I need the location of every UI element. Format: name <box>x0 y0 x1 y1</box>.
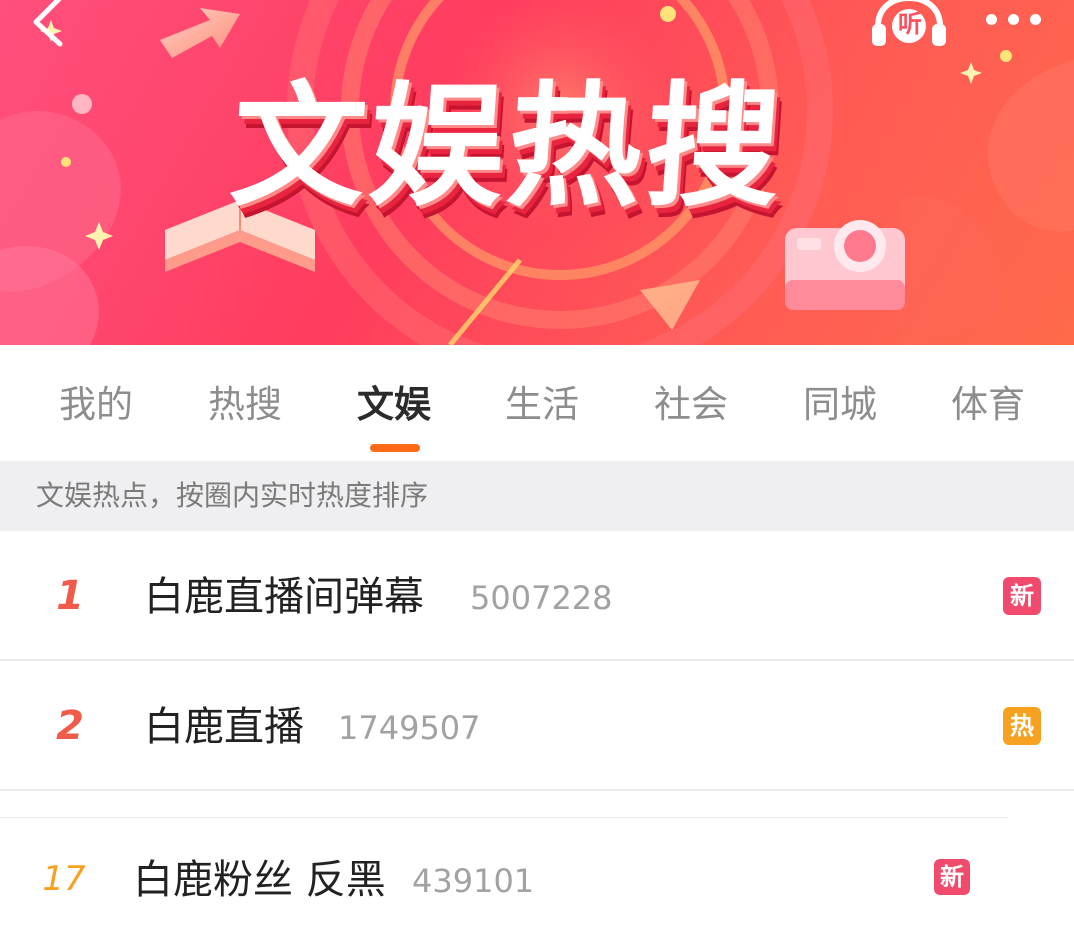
tab-sports[interactable]: 体育 <box>933 375 1043 435</box>
list-item[interactable]: 17 白鹿粉丝 反黑 439101 新 <box>0 818 1074 942</box>
list-item[interactable]: 2 白鹿直播 1749507 热 <box>0 661 1074 789</box>
tab-life[interactable]: 生活 <box>487 375 597 435</box>
tab-hot-search[interactable]: 热搜 <box>190 375 300 435</box>
rank-number: 17 <box>42 859 86 899</box>
section-subtitle: 文娱热点，按圈内实时热度排序 <box>36 479 429 512</box>
banner-title: 文娱热搜 <box>226 69 790 225</box>
new-badge: 新 <box>934 859 970 895</box>
tab-mine[interactable]: 我的 <box>41 375 151 435</box>
topic-title: 白鹿粉丝 反黑 <box>133 857 386 903</box>
listen-button[interactable]: 听 <box>870 0 948 50</box>
active-tab-indicator <box>370 444 420 452</box>
hot-badge: 热 <box>1003 707 1041 745</box>
rank-number: 1 <box>56 573 84 619</box>
tab-society[interactable]: 社会 <box>636 375 746 435</box>
more-button[interactable] <box>978 6 1050 34</box>
topic-title: 白鹿直播间弹幕 <box>144 574 424 620</box>
more-dot-icon <box>1008 14 1019 25</box>
section-subtitle-bar: 文娱热点，按圈内实时热度排序 <box>0 461 1074 531</box>
back-button[interactable] <box>24 0 74 50</box>
new-badge: 新 <box>1003 577 1041 615</box>
heat-count: 439101 <box>412 862 535 900</box>
rank-number: 2 <box>56 703 84 749</box>
heat-count: 1749507 <box>338 709 481 747</box>
more-dot-icon <box>986 14 997 25</box>
more-dot-icon <box>1030 14 1041 25</box>
heat-count: 5007228 <box>470 579 613 617</box>
tab-local[interactable]: 同城 <box>785 375 895 435</box>
header-banner: 文娱热搜 听 <box>0 0 1074 345</box>
divider <box>0 789 1074 791</box>
back-arrow-icon <box>33 0 63 47</box>
list-item[interactable]: 1 白鹿直播间弹幕 5007228 新 <box>0 531 1074 659</box>
listen-label: 听 <box>898 10 922 38</box>
category-tabs: 我的 热搜 文娱 生活 社会 同城 体育 <box>0 345 1074 461</box>
tab-entertainment[interactable]: 文娱 <box>339 375 449 435</box>
topic-title: 白鹿直播 <box>144 704 304 750</box>
